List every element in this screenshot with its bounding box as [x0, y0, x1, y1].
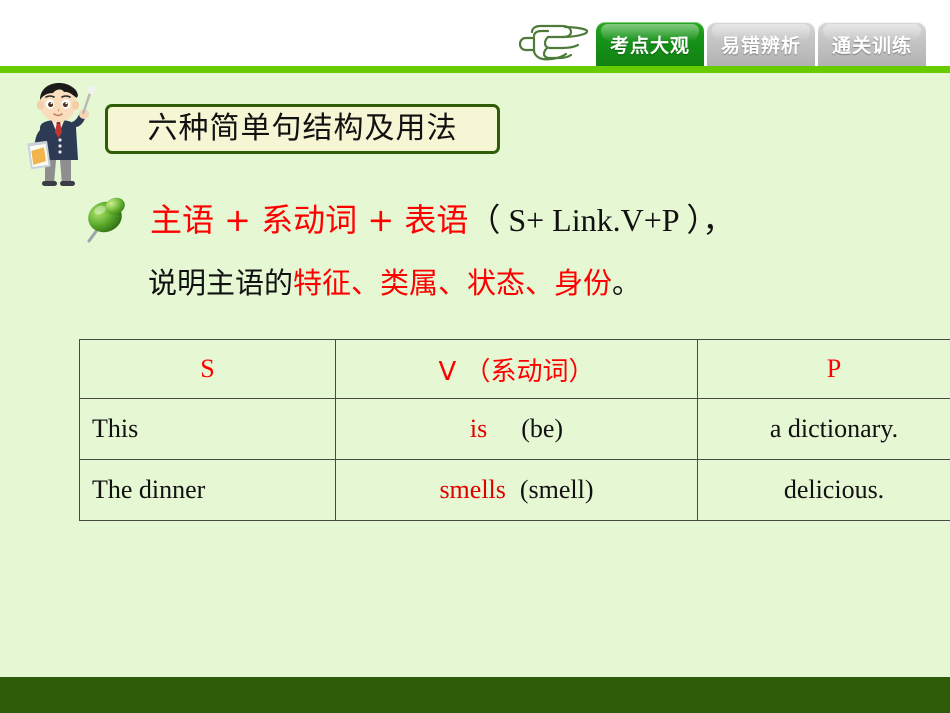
tab-bar: 考点大观 易错辨析 通关训练	[596, 22, 929, 66]
footer-bar	[0, 677, 950, 713]
tab-label: 通关训练	[832, 35, 913, 57]
cell-predicative: delicious.	[697, 459, 950, 521]
tab-label: 易错辨析	[721, 35, 802, 57]
header-cell-p: P	[697, 339, 950, 399]
table-row: This is (be) a dictionary.	[79, 398, 950, 460]
slide-root: 考点大观 易错辨析 通关训练 六种简单句结构及用法 主语 + 系动词 + 表语（…	[0, 0, 950, 713]
teacher-with-pointer-illustration	[12, 80, 108, 188]
tab-kaodian-daguan[interactable]: 考点大观	[596, 22, 705, 66]
page-title-box: 六种简单句结构及用法	[105, 104, 500, 154]
description-line: 说明主语的特征、类属、状态、身份。	[148, 266, 642, 300]
table-header-row: S V （系动词） P	[79, 339, 950, 399]
tab-tongguan-xunlian[interactable]: 通关训练	[818, 22, 927, 66]
pointing-hand-icon	[518, 20, 590, 66]
table-row: The dinner smells (smell) delicious.	[79, 459, 950, 521]
cell-verb: smells (smell)	[335, 459, 698, 521]
cell-predicative: a dictionary.	[697, 398, 950, 460]
verb-base: (smell)	[519, 475, 594, 504]
header-cell-s: S	[79, 339, 336, 399]
page-title: 六种简单句结构及用法	[147, 111, 458, 146]
cell-subject: The dinner	[79, 459, 336, 521]
green-divider-rule	[0, 66, 950, 73]
cell-verb: is (be)	[335, 398, 698, 460]
formula-line: 主语 + 系动词 + 表语（ S+ Link.V+P ），	[150, 201, 735, 239]
description-suffix: 。	[612, 266, 642, 300]
formula-english: （ S+ Link.V+P ），	[468, 202, 735, 238]
cell-subject: This	[79, 398, 336, 460]
green-pushpin-icon	[80, 192, 132, 244]
description-highlight: 特征、类属、状态、身份	[293, 266, 613, 300]
verb-form: smells	[439, 475, 506, 504]
formula-chinese: 主语 + 系动词 + 表语	[150, 201, 469, 239]
header-cell-v: V （系动词）	[335, 339, 698, 399]
description-prefix: 说明主语的	[148, 266, 294, 300]
verb-base: (be)	[521, 414, 564, 443]
tab-yicuo-bianxi[interactable]: 易错辨析	[707, 22, 816, 66]
sentence-structure-table: S V （系动词） P This is (be) a dictionary. Th…	[79, 339, 950, 521]
verb-form: is	[469, 414, 488, 443]
tab-label: 考点大观	[610, 35, 691, 57]
